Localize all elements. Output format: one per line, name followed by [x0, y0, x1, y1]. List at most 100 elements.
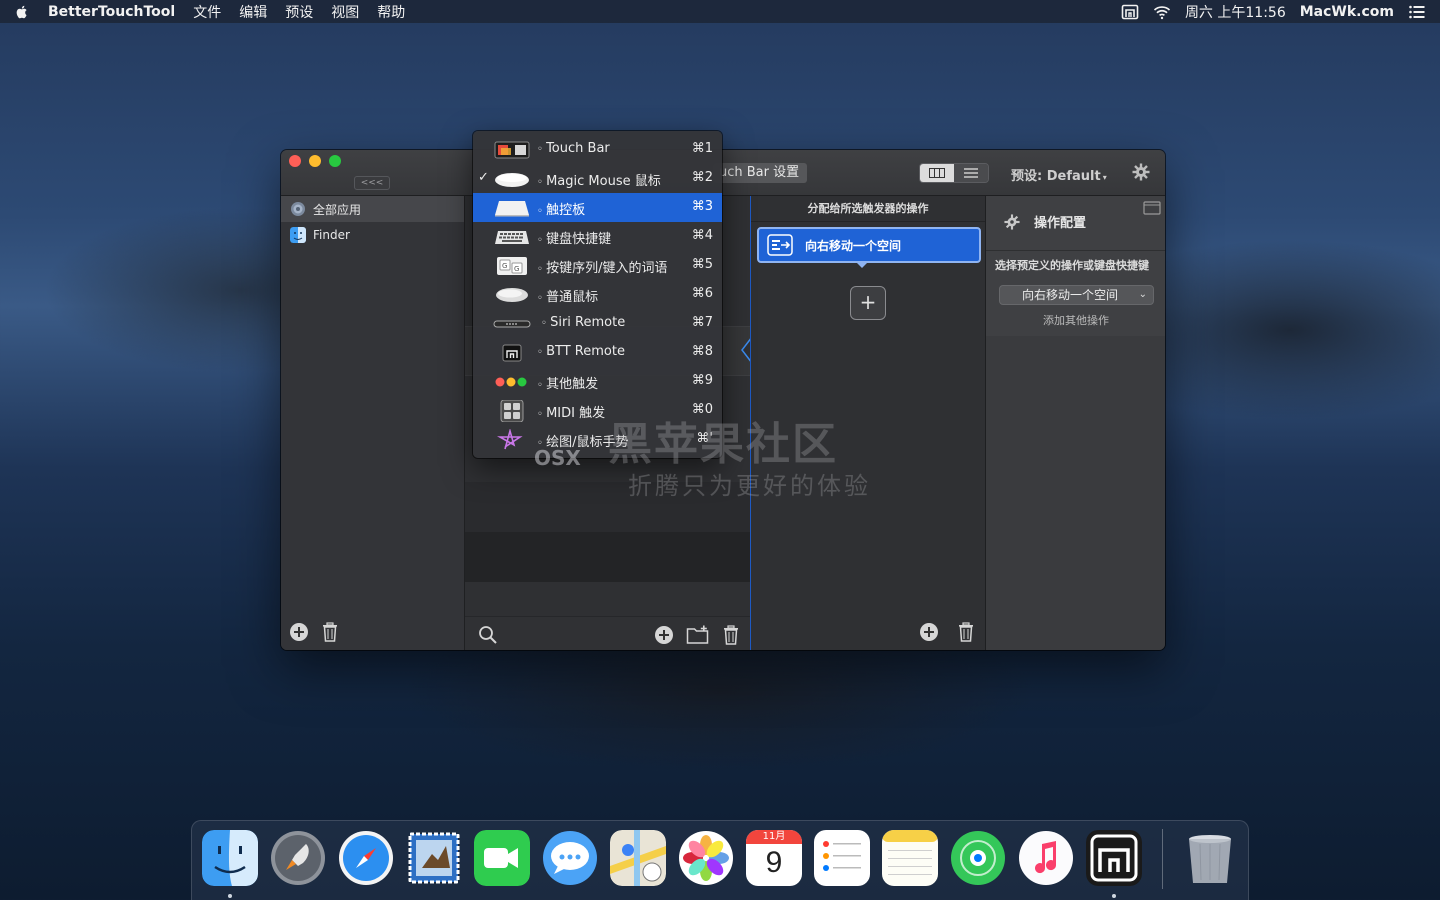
menu-item-midi[interactable]: MIDI 触发 ⌘0: [473, 396, 722, 425]
move-right-space-icon: [767, 234, 793, 256]
find-my-icon[interactable]: [950, 830, 1006, 886]
menu-item-trackpad[interactable]: 触控板 ⌘3: [473, 193, 722, 222]
action-pointer-icon: [855, 261, 869, 268]
finder-icon[interactable]: [202, 830, 258, 886]
other-triggers-icon: [495, 377, 527, 387]
shortcut-label: ⌘6: [691, 286, 713, 301]
mail-icon[interactable]: [406, 830, 462, 886]
menu-item-label: 普通鼠标: [537, 286, 598, 305]
search-icon[interactable]: [478, 625, 498, 645]
preset-selector[interactable]: 预设: Default ▾: [1011, 165, 1107, 184]
menu-clock[interactable]: 周六 上午11:56: [1185, 2, 1286, 22]
facetime-icon[interactable]: [474, 830, 530, 886]
collapse-sidebar-button[interactable]: <<<: [354, 176, 390, 190]
trigger-row[interactable]: [465, 532, 750, 582]
key-sequence-icon: GG: [497, 257, 527, 275]
menu-item-key-sequence[interactable]: GG 按键序列/键入的词语 ⌘5: [473, 251, 722, 280]
column-view-button[interactable]: [920, 164, 954, 182]
app-row-all-apps[interactable]: 全部应用: [281, 196, 464, 222]
add-action-icon[interactable]: [919, 622, 939, 642]
close-window-button[interactable]: [289, 155, 301, 167]
music-icon[interactable]: [1018, 830, 1074, 886]
menu-item-label: Magic Mouse 鼠标: [537, 170, 661, 189]
shortcut-label: ⌘': [696, 431, 713, 446]
app-row-finder[interactable]: Finder: [281, 222, 464, 248]
assigned-action-item[interactable]: 向右移动一个空间: [757, 227, 981, 263]
menu-item-btt-remote[interactable]: BTT Remote ⌘8: [473, 338, 722, 367]
add-app-icon[interactable]: [289, 622, 309, 642]
launchpad-icon[interactable]: [270, 830, 326, 886]
view-mode-toggle: [919, 163, 989, 183]
divider: [986, 250, 1165, 251]
chevron-down-icon: ⌄: [1138, 289, 1147, 300]
calendar-icon[interactable]: 11月 9: [746, 830, 802, 886]
shortcut-label: ⌘0: [691, 402, 713, 417]
predefined-action-select[interactable]: 向右移动一个空间 ⌄: [999, 285, 1154, 305]
add-trigger-icon[interactable]: [654, 625, 674, 645]
actions-footer: [919, 622, 975, 642]
add-action-button[interactable]: +: [850, 286, 886, 320]
detach-panel-icon[interactable]: [1143, 201, 1161, 215]
notes-icon[interactable]: [882, 830, 938, 886]
running-indicator: [228, 894, 232, 898]
trash-icon[interactable]: [957, 622, 975, 642]
magic-mouse-icon: [495, 173, 529, 187]
app-name: 全部应用: [313, 202, 362, 217]
trash-icon[interactable]: [321, 622, 339, 642]
trigger-list-footer: [465, 616, 750, 650]
btt-main-window: <<< uch Bar 设置 预设: Default ▾ 全部应用 Finder…: [281, 150, 1165, 650]
calendar-day: 9: [765, 846, 783, 879]
trigger-type-menu: Touch Bar ⌘1 ✓ Magic Mouse 鼠标 ⌘2 触控板 ⌘3 …: [473, 131, 722, 458]
menu-view[interactable]: 视图: [331, 2, 359, 22]
bettertouchtool-icon[interactable]: [1086, 830, 1142, 886]
config-label: 选择预定义的操作或键盘快捷键: [995, 259, 1149, 272]
btt-status-icon[interactable]: [1121, 4, 1139, 20]
list-view-icon: [964, 168, 978, 178]
menu-site: MacWk.com: [1299, 3, 1394, 20]
trash-icon[interactable]: [722, 625, 740, 645]
add-folder-icon[interactable]: [686, 625, 710, 645]
reminders-icon[interactable]: [814, 830, 870, 886]
photos-icon[interactable]: [678, 830, 734, 886]
menu-app-name[interactable]: BetterTouchTool: [48, 4, 175, 20]
finder-small-icon: [290, 227, 306, 243]
menu-item-label: 按键序列/键入的词语: [537, 257, 667, 276]
trigger-row[interactable]: [465, 482, 750, 532]
menu-item-normal-mouse[interactable]: 普通鼠标 ⌘6: [473, 280, 722, 309]
menu-item-drawing-gesture[interactable]: 绘图/鼠标手势 ⌘': [473, 425, 722, 454]
shortcut-label: ⌘5: [691, 257, 713, 272]
preset-caret-icon: ▾: [1102, 173, 1107, 182]
messages-icon[interactable]: [542, 830, 598, 886]
menu-item-other-triggers[interactable]: 其他触发 ⌘9: [473, 367, 722, 396]
gear-icon[interactable]: [1132, 163, 1150, 181]
menu-item-label: BTT Remote: [537, 344, 625, 359]
maps-icon[interactable]: [610, 830, 666, 886]
shortcut-label: ⌘9: [691, 373, 713, 388]
svg-text:G: G: [502, 262, 507, 270]
menu-help[interactable]: 帮助: [377, 2, 405, 22]
checkmark-icon: ✓: [478, 170, 489, 185]
list-view-button[interactable]: [954, 164, 988, 182]
action-item-label: 向右移动一个空间: [805, 238, 902, 253]
touchbar-icon: [494, 141, 530, 159]
menu-file[interactable]: 文件: [193, 2, 221, 22]
add-other-action-link[interactable]: 添加其他操作: [986, 312, 1165, 328]
shortcut-label: ⌘3: [691, 199, 713, 214]
minimize-window-button[interactable]: [309, 155, 321, 167]
zoom-window-button[interactable]: [329, 155, 341, 167]
safari-icon[interactable]: [338, 830, 394, 886]
menu-edit[interactable]: 编辑: [239, 2, 267, 22]
menu-item-magic-mouse[interactable]: ✓ Magic Mouse 鼠标 ⌘2: [473, 164, 722, 193]
app-name: Finder: [313, 228, 350, 242]
notification-center-icon[interactable]: [1408, 4, 1426, 20]
trash-icon[interactable]: [1182, 830, 1238, 886]
wifi-icon[interactable]: [1153, 4, 1171, 20]
menu-item-siri-remote[interactable]: Siri Remote ⌘7: [473, 309, 722, 338]
touchbar-settings-tab[interactable]: uch Bar 设置: [713, 163, 807, 183]
menu-item-keyboard[interactable]: 键盘快捷键 ⌘4: [473, 222, 722, 251]
dock-separator: [1162, 829, 1163, 889]
menu-presets[interactable]: 预设: [285, 2, 313, 22]
menu-item-touchbar[interactable]: Touch Bar ⌘1: [473, 135, 722, 164]
apple-menu-icon[interactable]: [14, 4, 30, 20]
trackpad-icon: [495, 201, 529, 217]
